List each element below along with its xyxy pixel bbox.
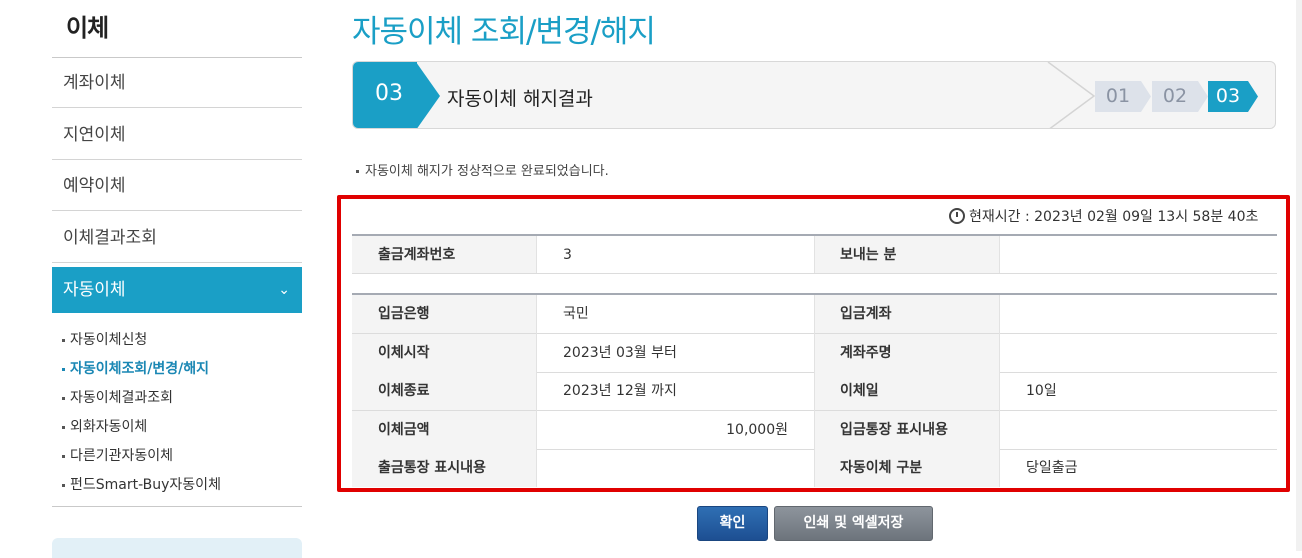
bullet-icon [356, 170, 359, 173]
submenu-item[interactable]: 다른기관자동이체 [62, 446, 302, 475]
sidebar-item-label: 계좌이체 [63, 73, 126, 93]
submenu-label: 자동이체조회/변경/해지 [70, 361, 210, 377]
submenu-item[interactable]: 자동이체결과조회 [62, 388, 302, 417]
step-pill-tip [1248, 81, 1258, 112]
sidebar-item-label: 자동이체 [63, 280, 126, 300]
sidebar-item-delayed-transfer[interactable]: 지연이체 [52, 110, 302, 160]
submenu-item-current[interactable]: 자동이체조회/변경/해지 [62, 359, 302, 388]
scrollbar[interactable] [1296, 0, 1302, 551]
bullet-icon [62, 396, 65, 400]
sidebar: 이체 계좌이체 지연이체 예약이체 이체결과조회 자동이체 ⌄ 자동이체신청 자… [52, 0, 302, 558]
page-title: 자동이체 조회/변경/해지 [352, 14, 656, 50]
bullet-icon [62, 454, 65, 458]
submenu-label: 외화자동이체 [70, 419, 148, 435]
sidebar-item-account-transfer[interactable]: 계좌이체 [52, 58, 302, 108]
submenu-item[interactable]: 외화자동이체 [62, 417, 302, 446]
submenu-item[interactable]: 자동이체신청 [62, 330, 302, 359]
sidebar-item-label: 지연이체 [63, 125, 126, 145]
submenu-label: 자동이체신청 [70, 332, 148, 348]
sidebar-item-auto-transfer[interactable]: 자동이체 ⌄ [52, 267, 302, 313]
sidebar-banner[interactable] [52, 538, 302, 558]
step-pill-01: 01 [1095, 81, 1141, 112]
step-pill-02: 02 [1152, 81, 1198, 112]
submenu-label: 자동이체결과조회 [70, 390, 174, 406]
print-excel-button[interactable]: 인쇄 및 엑셀저장 [774, 506, 933, 541]
step-pill-label: 03 [1215, 85, 1241, 107]
current-step-name: 자동이체 해지결과 [447, 88, 593, 110]
step-indicator: 03 자동이체 해지결과 01 02 03 [352, 61, 1276, 129]
bullet-icon [62, 425, 65, 429]
sidebar-item-label: 이체결과조회 [63, 228, 157, 248]
sidebar-submenu: 자동이체신청 자동이체조회/변경/해지 자동이체결과조회 외화자동이체 다른기관… [62, 330, 302, 504]
submenu-label: 펀드Smart-Buy자동이체 [70, 477, 221, 493]
sidebar-item-scheduled-transfer[interactable]: 예약이체 [52, 161, 302, 211]
step-pill-label: 02 [1162, 85, 1188, 107]
highlight-frame [337, 195, 1290, 492]
completion-notice: 자동이체 해지가 정상적으로 완료되었습니다. [356, 160, 609, 179]
submenu-label: 다른기관자동이체 [70, 448, 174, 464]
step-pill-label: 01 [1105, 85, 1131, 107]
bullet-icon [62, 367, 65, 371]
sidebar-title: 이체 [66, 14, 109, 42]
divider [52, 506, 302, 507]
step-pill-03-active: 03 [1208, 81, 1248, 112]
bullet-icon [62, 483, 65, 487]
sidebar-item-transfer-result[interactable]: 이체결과조회 [52, 213, 302, 263]
notice-text: 자동이체 해지가 정상적으로 완료되었습니다. [365, 164, 609, 179]
submenu-item[interactable]: 펀드Smart-Buy자동이체 [62, 475, 302, 504]
bullet-icon [62, 338, 65, 342]
current-step-number: 03 [375, 81, 403, 106]
step-divider-chevron [1047, 62, 1096, 128]
sidebar-item-label: 예약이체 [63, 176, 126, 196]
step-arrow-shape [416, 62, 440, 128]
step-pill-tip [1141, 81, 1151, 112]
confirm-button[interactable]: 확인 [697, 506, 768, 541]
step-pill-tip [1198, 81, 1208, 112]
chevron-down-icon: ⌄ [278, 282, 290, 298]
